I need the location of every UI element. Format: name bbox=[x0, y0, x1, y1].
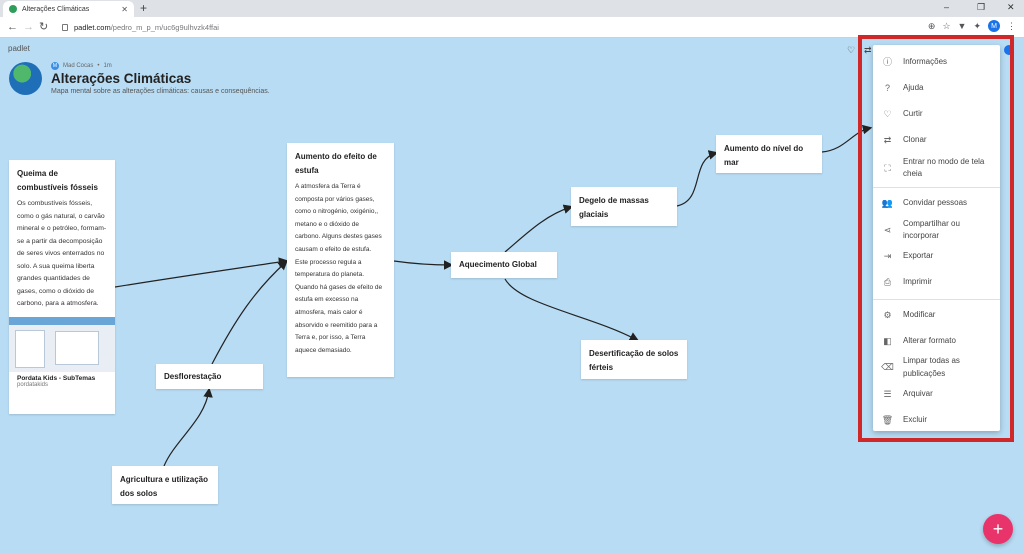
clone-icon: ⇄ bbox=[883, 134, 892, 145]
format-icon: ◧ bbox=[883, 336, 892, 347]
export-icon: ⇥ bbox=[883, 250, 892, 261]
card-title: Queima de combustíveis fósseis bbox=[17, 169, 98, 192]
menu-item-label: Exportar bbox=[903, 250, 934, 260]
menu-item-label: Arquivar bbox=[903, 388, 933, 398]
menu-item-excluir[interactable]: 🗑 Excluir bbox=[873, 407, 1000, 433]
connector-degelo-nivel bbox=[676, 150, 719, 207]
board-actions-menu: ⓘ Informações ? Ajuda ♡ Curtir ⇄ Clonar … bbox=[873, 45, 1000, 431]
plus-icon: + bbox=[992, 518, 1004, 539]
link-source: pordatakids bbox=[17, 381, 49, 388]
help-icon: ? bbox=[884, 82, 890, 93]
menu-item-convidar[interactable]: 👥 Convidar pessoas bbox=[873, 190, 1000, 217]
link-preview-image[interactable] bbox=[9, 316, 115, 372]
menu-divider bbox=[873, 299, 1000, 300]
menu-item-limpar[interactable]: ⌫ Limpar todas as publicações bbox=[873, 354, 1000, 381]
add-post-button[interactable]: + bbox=[983, 514, 1013, 544]
share-icon: ⋖ bbox=[883, 224, 892, 235]
card-aquecimento-global[interactable]: Aquecimento Global bbox=[451, 252, 557, 278]
card-title: Desflorestação bbox=[164, 372, 222, 381]
card-efeito-estufa[interactable]: Aumento do efeito de estufa A atmosfera … bbox=[287, 143, 394, 377]
fullscreen-icon: ⛶ bbox=[884, 162, 891, 173]
link-title: Pordata Kids - SubTemas bbox=[17, 374, 96, 382]
trash-icon: 🗑 bbox=[881, 414, 894, 425]
menu-item-label: Convidar pessoas bbox=[903, 198, 968, 208]
menu-item-exportar[interactable]: ⇥ Exportar bbox=[873, 243, 1000, 269]
card-title: Agricultura e utilização dos solos bbox=[120, 475, 209, 498]
menu-item-modificar[interactable]: ⚙ Modificar bbox=[873, 302, 1000, 329]
connector-aquecimento-desertificacao bbox=[504, 278, 640, 342]
info-icon: ⓘ bbox=[882, 56, 892, 67]
card-title: Aumento do efeito de estufa bbox=[295, 152, 377, 175]
card-desflorestacao[interactable]: Desflorestação bbox=[156, 364, 263, 389]
card-body: Os combustíveis fósseis, como o gás natu… bbox=[17, 200, 107, 307]
eraser-icon: ⌫ bbox=[881, 362, 894, 373]
thumb-header bbox=[9, 316, 115, 325]
menu-item-informacoes[interactable]: ⓘ Informações bbox=[873, 49, 1000, 75]
heart-icon: ♡ bbox=[883, 108, 892, 119]
card-nivel-mar[interactable]: Aumento do nível do mar bbox=[716, 135, 822, 173]
menu-item-label: Alterar formato bbox=[903, 336, 956, 346]
connector-agricultura-desflorestacao bbox=[163, 387, 213, 467]
menu-item-tela-cheia[interactable]: ⛶ Entrar no modo de tela cheia bbox=[873, 153, 1000, 183]
menu-item-label: Curtir bbox=[903, 108, 923, 118]
menu-item-label: Excluir bbox=[903, 414, 928, 424]
thumb-panel bbox=[15, 329, 45, 368]
connector-efeito-aquecimento bbox=[393, 260, 454, 270]
card-title: Degelo de massas glaciais bbox=[579, 196, 649, 219]
menu-item-compartilhar[interactable]: ⋖ Compartilhar ou incorporar bbox=[873, 217, 1000, 243]
menu-item-alterar-formato[interactable]: ◧ Alterar formato bbox=[873, 329, 1000, 354]
menu-item-label: Entrar no modo de tela cheia bbox=[903, 156, 985, 179]
menu-item-label: Informações bbox=[903, 56, 948, 66]
card-title: Desertificação de solos férteis bbox=[589, 349, 679, 372]
connector-aquecimento-degelo bbox=[504, 204, 574, 253]
menu-item-arquivar[interactable]: ☰ Arquivar bbox=[873, 381, 1000, 407]
connector-desflorestacao-efeito bbox=[211, 260, 288, 365]
menu-item-label: Ajuda bbox=[903, 82, 924, 92]
menu-item-curtir[interactable]: ♡ Curtir bbox=[873, 101, 1000, 127]
menu-item-ajuda[interactable]: ? Ajuda bbox=[873, 75, 1000, 101]
menu-divider bbox=[873, 187, 1000, 188]
gear-icon: ⚙ bbox=[883, 310, 892, 321]
menu-item-imprimir[interactable]: ⎙ Imprimir bbox=[873, 269, 1000, 295]
menu-item-label: Imprimir bbox=[903, 276, 932, 286]
menu-item-label: Compartilhar ou incorporar bbox=[903, 218, 960, 241]
card-agricultura[interactable]: Agricultura e utilização dos solos bbox=[112, 466, 218, 504]
card-body: A atmosfera da Terra é composta por vári… bbox=[295, 183, 383, 354]
card-desertificacao[interactable]: Desertificação de solos férteis bbox=[581, 340, 687, 379]
menu-item-label: Clonar bbox=[903, 134, 927, 144]
card-title: Aquecimento Global bbox=[459, 260, 537, 269]
card-title: Aumento do nível do mar bbox=[724, 144, 804, 167]
thumb-panel bbox=[55, 330, 99, 365]
menu-item-label: Limpar todas as publicações bbox=[903, 356, 960, 378]
card-degelo[interactable]: Degelo de massas glaciais bbox=[571, 187, 677, 226]
print-icon: ⎙ bbox=[883, 276, 892, 287]
card-queima-combustiveis[interactable]: Queima de combustíveis fósseis Os combus… bbox=[9, 160, 115, 414]
add-people-icon: 👥 bbox=[881, 198, 894, 209]
connector-queima-efeito bbox=[114, 257, 289, 288]
menu-item-clonar[interactable]: ⇄ Clonar bbox=[873, 127, 1000, 153]
menu-item-label: Modificar bbox=[903, 310, 936, 320]
archive-icon: ☰ bbox=[883, 388, 892, 399]
